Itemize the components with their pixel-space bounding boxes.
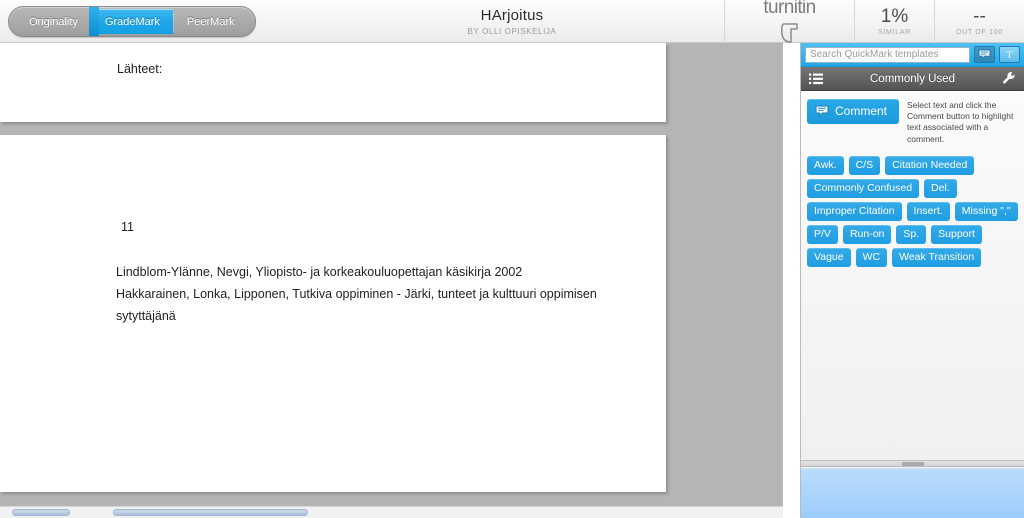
tab-peermark-label: PeerMark <box>186 15 235 28</box>
comment-button-label: Comment <box>835 104 888 118</box>
document-page-2[interactable]: 11 Lindblom-Ylänne, Nevgi, Yliopisto- ja… <box>0 135 666 492</box>
text-T-icon: T <box>1006 48 1013 61</box>
comment-tool-row: Comment Select text and click the Commen… <box>807 99 1018 145</box>
comment-bubble-icon <box>978 49 991 60</box>
brand-and-scores: turnitin 1% SIMILAR -- OUT OF 100 <box>724 0 1024 43</box>
list-icon <box>809 73 823 85</box>
quickmark-manage-button[interactable] <box>994 71 1024 86</box>
quickmark-tag-insert[interactable]: Insert. <box>906 202 950 222</box>
similarity-label: SIMILAR <box>878 29 911 36</box>
similarity-value: 1% <box>880 6 909 27</box>
quickmark-list-button[interactable] <box>801 73 831 85</box>
document-horizontal-scrollbar[interactable] <box>0 506 783 518</box>
grade-value: -- <box>973 6 986 27</box>
horizontal-scroll-thumb-left[interactable] <box>12 509 70 516</box>
tab-originality[interactable]: Originality <box>11 9 91 34</box>
quickmark-list-body: Comment Select text and click the Commen… <box>801 91 1024 463</box>
document-page-1[interactable]: Lähteet: <box>0 43 666 122</box>
quickmark-tag-improper-citation[interactable]: Improper Citation <box>807 202 902 222</box>
page2-page-number: 11 <box>121 220 134 234</box>
grade-label: OUT OF 100 <box>956 29 1003 36</box>
quickmark-tag-weak-transition[interactable]: Weak Transition <box>892 248 982 268</box>
text-comment-mode-toggle[interactable]: T <box>999 46 1020 63</box>
quickmark-tag-sp[interactable]: Sp. <box>896 225 927 245</box>
quickmark-panel: T Commonly Used <box>800 43 1024 518</box>
wrench-icon <box>1002 71 1017 86</box>
comment-help-text: Select text and click the Comment button… <box>907 100 1014 144</box>
tab-originality-label: Originality <box>29 15 78 28</box>
page2-reference-line-2: Hakkarainen, Lonka, Lipponen, Tutkiva op… <box>116 287 597 301</box>
quickmark-tag-cs[interactable]: C/S <box>848 155 881 175</box>
resize-grip-icon <box>901 461 924 466</box>
tab-grademark[interactable]: GradeMark <box>88 7 173 36</box>
quickmark-tag-vague[interactable]: Vague <box>807 248 851 268</box>
comment-mode-toggle[interactable] <box>974 46 995 63</box>
quickmark-search-row: T <box>801 43 1024 67</box>
comment-button[interactable]: Comment <box>807 99 900 124</box>
tab-grademark-label: GradeMark <box>104 15 160 28</box>
page2-reference-line-1: Lindblom-Ylänne, Nevgi, Yliopisto- ja ko… <box>116 265 523 279</box>
grade-score[interactable]: -- OUT OF 100 <box>934 0 1024 43</box>
quickmark-detail-pane[interactable] <box>801 468 1024 518</box>
comment-icon <box>815 105 829 117</box>
quickmark-tag-del[interactable]: Del. <box>924 178 957 198</box>
search-input[interactable] <box>805 46 970 63</box>
turnitin-logo: turnitin <box>724 0 854 43</box>
document-viewer[interactable]: Lähteet: 11 Lindblom-Ylänne, Nevgi, Ylio… <box>0 43 783 518</box>
quickmark-tag-awk[interactable]: Awk. <box>807 155 844 175</box>
horizontal-scroll-thumb-main[interactable] <box>113 509 308 516</box>
page2-reference-line-3: sytyttäjänä <box>116 309 176 323</box>
quickmark-tag-run-on[interactable]: Run-on <box>842 225 892 245</box>
similarity-score[interactable]: 1% SIMILAR <box>854 0 934 43</box>
top-toolbar: Originality GradeMark PeerMark HArjoitus… <box>0 0 1024 43</box>
quickmark-tag-support[interactable]: Support <box>931 225 982 245</box>
page1-heading: Lähteet: <box>117 62 163 76</box>
view-mode-tabs: Originality GradeMark PeerMark <box>8 6 256 37</box>
quickmark-tag-wc[interactable]: WC <box>855 248 888 268</box>
quickmark-set-header: Commonly Used <box>801 67 1024 91</box>
panel-resize-handle[interactable] <box>801 460 1024 467</box>
quickmark-tag-commonly-confused[interactable]: Commonly Confused <box>807 178 920 198</box>
quickmark-tag-citation-needed[interactable]: Citation Needed <box>885 155 975 175</box>
quickmark-tag-list: Awk. C/S Citation Needed Commonly Confus… <box>807 155 1018 268</box>
quickmark-tag-pv[interactable]: P/V <box>807 225 838 245</box>
grademark-app: Originality GradeMark PeerMark HArjoitus… <box>0 0 1024 518</box>
turnitin-wordmark: turnitin <box>763 0 816 18</box>
tab-peermark[interactable]: PeerMark <box>174 9 253 34</box>
quickmark-set-title: Commonly Used <box>870 72 955 85</box>
quickmark-tag-missing-comma[interactable]: Missing "," <box>954 202 1018 222</box>
